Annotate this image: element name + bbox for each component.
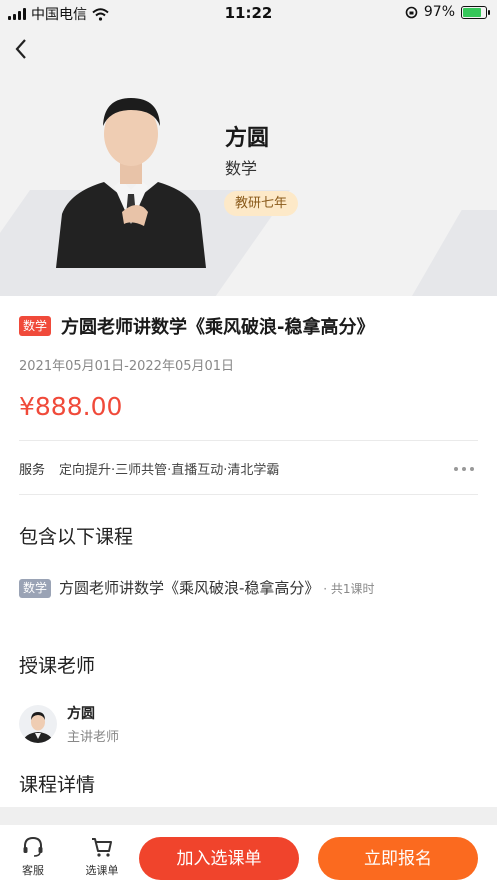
lesson-count: · 共1课时 xyxy=(319,582,375,596)
add-to-cart-button[interactable]: 加入选课单 xyxy=(139,837,299,880)
service-list: 定向提升·三师共管·直播互动·清北学霸 xyxy=(59,463,280,478)
avatar xyxy=(19,705,57,743)
service-row[interactable]: 服务 定向提升·三师共管·直播互动·清北学霸 xyxy=(19,459,478,478)
teacher-hero: 方圆 数学 教研七年 xyxy=(0,0,497,296)
course-date-range: 2021年05月01日-2022年05月01日 xyxy=(19,359,235,374)
status-bar: 中国电信 11:22 97% xyxy=(0,0,497,26)
cart-icon xyxy=(92,838,112,857)
teacher-name: 方圆 xyxy=(225,126,270,151)
included-course-item[interactable]: 数学 方圆老师讲数学《乘风破浪-稳拿高分》 · 共1课时 xyxy=(19,577,439,601)
battery-icon xyxy=(461,5,490,19)
instructor-role: 主讲老师 xyxy=(67,730,120,745)
service-label: 服务 xyxy=(19,463,46,478)
more-icon[interactable] xyxy=(454,466,474,471)
course-header: 数学 方圆老师讲数学《乘风破浪-稳拿高分》 xyxy=(19,313,375,339)
included-course-title: 方圆老师讲数学《乘风破浪-稳拿高分》 xyxy=(59,579,320,597)
teacher-subject: 数学 xyxy=(225,159,258,178)
divider xyxy=(19,440,478,441)
included-section-title: 包含以下课程 xyxy=(19,526,134,548)
hero-background-shape xyxy=(392,210,497,296)
course-title: 方圆老师讲数学《乘风破浪-稳拿高分》 xyxy=(61,317,375,338)
divider xyxy=(19,494,478,495)
cart-label: 选课单 xyxy=(85,864,119,877)
customer-service-button[interactable]: 客服 xyxy=(8,835,58,878)
customer-service-label: 客服 xyxy=(22,864,44,877)
headset-icon xyxy=(23,836,43,857)
back-button[interactable] xyxy=(14,38,38,62)
subject-tag: 数学 xyxy=(19,316,52,336)
subject-tag: 数学 xyxy=(19,579,52,598)
instructor-name: 方圆 xyxy=(67,706,95,722)
chevron-left-icon xyxy=(15,39,26,59)
enroll-now-button[interactable]: 立即报名 xyxy=(318,837,478,880)
battery-percent: 97% xyxy=(423,4,455,20)
details-section-title: 课程详情 xyxy=(19,774,96,796)
course-price: ¥888.00 xyxy=(19,392,123,421)
cart-button[interactable]: 选课单 xyxy=(77,835,127,878)
bottom-action-bar: 客服 选课单 加入选课单 立即报名 xyxy=(0,825,497,883)
section-separator xyxy=(0,807,497,825)
rotation-lock-icon xyxy=(405,6,418,18)
teaching-years-badge: 教研七年 xyxy=(224,191,299,216)
teacher-photo xyxy=(56,98,206,268)
instructors-section-title: 授课老师 xyxy=(19,655,96,677)
instructor-item[interactable]: 方圆 主讲老师 xyxy=(19,703,119,745)
